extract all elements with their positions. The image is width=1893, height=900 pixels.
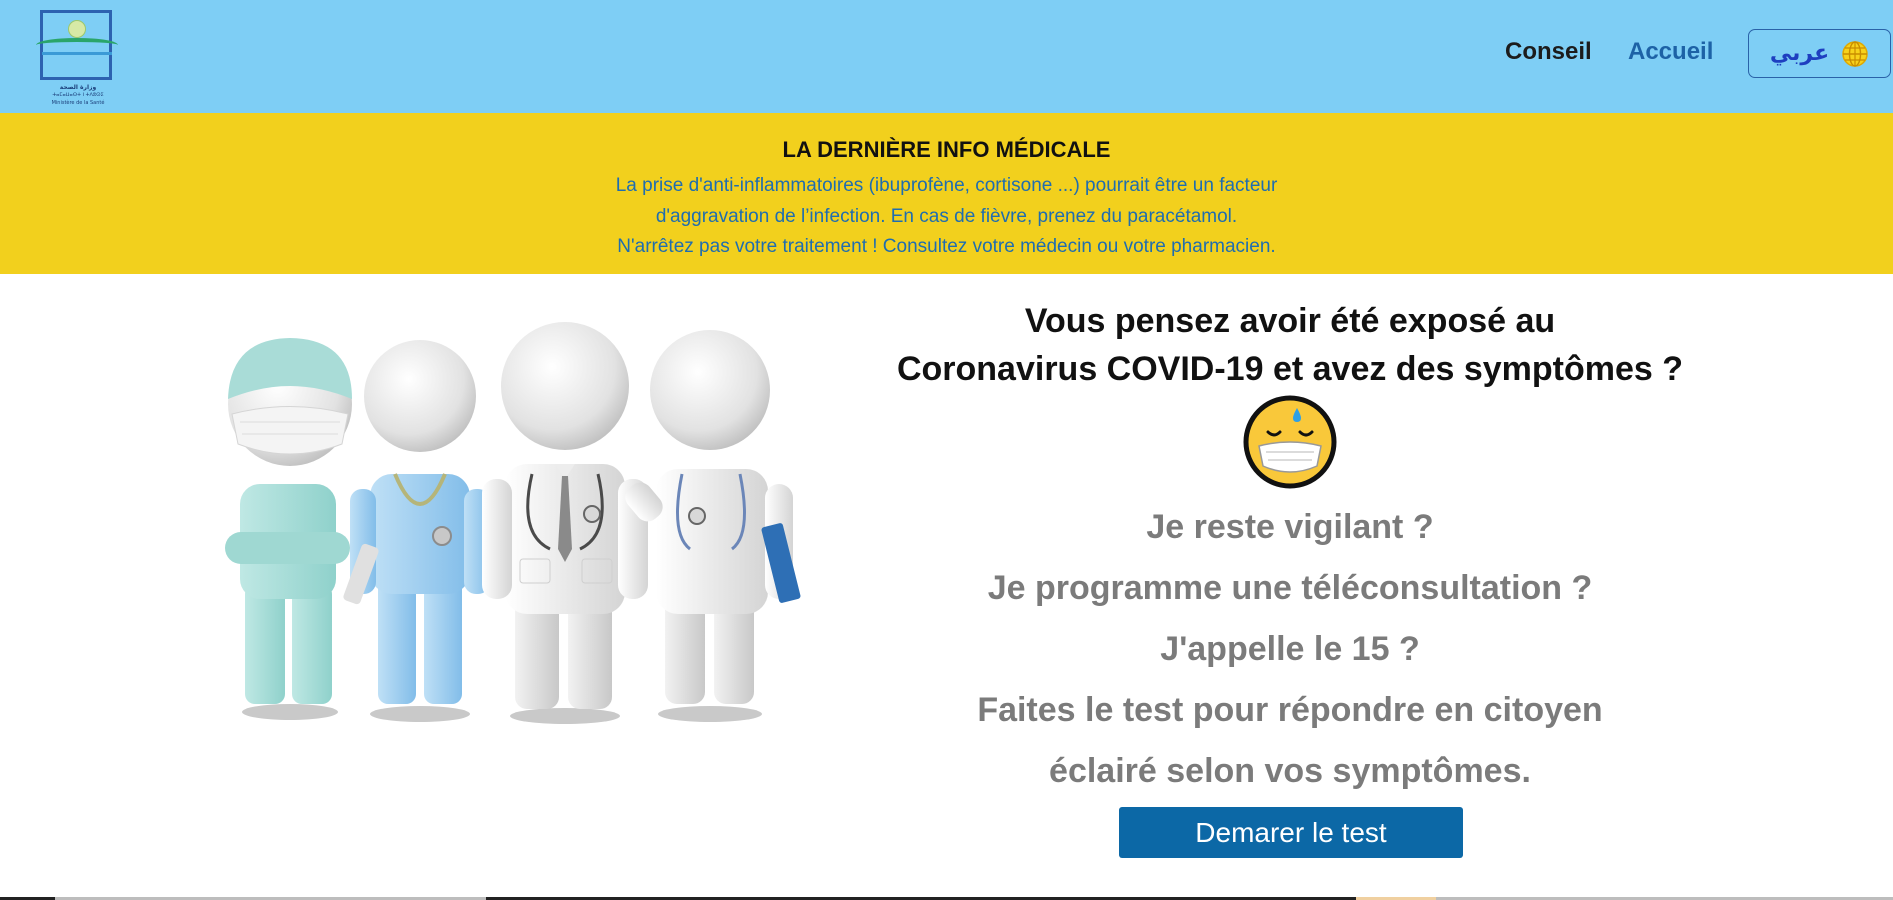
figure-surgeon (225, 338, 352, 720)
medical-info-banner: LA DERNIÈRE INFO MÉDICALE La prise d'ant… (0, 113, 1893, 274)
logo-wave-icon (42, 52, 112, 62)
ministry-logo[interactable]: وزارة الصحة ⵜⴰⵎⴰⵡⴰⵙⵜ ⵏ ⵜⴷⵓⵙⵉ Ministère d… (36, 8, 118, 106)
medical-staff-illustration (225, 322, 801, 724)
info-line: d'aggravation de l’infection. En cas de … (655, 206, 1238, 227)
start-test-button[interactable]: Demarer le test (1119, 807, 1463, 858)
logo-caption-arabic: وزارة الصحة (59, 84, 97, 91)
info-line: N'arrêtez pas votre traitement ! Consult… (617, 236, 1276, 257)
nav-link-conseil[interactable]: Conseil (1505, 38, 1592, 66)
logo-caption-french: Ministère de la Santé (51, 100, 105, 106)
info-title: LA DERNIÈRE INFO MÉDICALE (782, 137, 1111, 162)
logo-sun-icon (68, 20, 86, 38)
language-label: عربي (1769, 41, 1830, 66)
logo-caption-tifinagh: ⵜⴰⵎⴰⵡⴰⵙⵜ ⵏ ⵜⴷⵓⵙⵉ (52, 92, 104, 98)
headline-line: Coronavirus COVID-19 et avez des symptôm… (896, 350, 1684, 388)
question-line: Je reste vigilant ? (1146, 508, 1434, 546)
masked-face-emoji-icon (1243, 395, 1337, 489)
question-line: J'appelle le 15 ? (1160, 630, 1420, 668)
nav-link-accueil[interactable]: Accueil (1628, 38, 1713, 66)
figure-nurse (343, 340, 490, 722)
language-switch-button[interactable]: عربي (1748, 29, 1891, 78)
question-line: éclairé selon vos symptômes. (1049, 752, 1531, 790)
globe-icon (1842, 40, 1868, 67)
question-line: Je programme une téléconsultation ? (987, 569, 1593, 607)
headline-line: Vous pensez avoir été exposé au (1024, 302, 1556, 340)
top-header: وزارة الصحة ⵜⴰⵎⴰⵡⴰⵙⵜ ⵏ ⵜⴷⵓⵙⵉ Ministère d… (0, 0, 1893, 113)
figure-doctor (482, 322, 648, 724)
logo-wave-icon (36, 38, 118, 52)
info-line: La prise d'anti-inflammatoires (ibuprofè… (615, 175, 1278, 196)
question-line: Faites le test pour répondre en citoyen (977, 691, 1603, 729)
